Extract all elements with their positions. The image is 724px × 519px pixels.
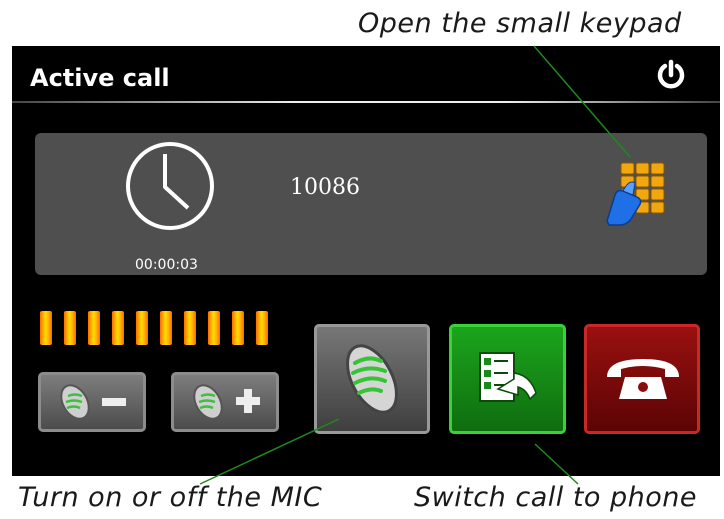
volume-down-button[interactable] xyxy=(38,372,146,432)
volume-bar-segment xyxy=(112,311,124,345)
title-bar: Active call xyxy=(12,46,720,103)
mic-plus-icon xyxy=(193,384,223,420)
microphone-icon xyxy=(346,344,398,414)
volume-bar-segment xyxy=(256,311,268,345)
volume-bar-segment xyxy=(184,311,196,345)
volume-bar-segment xyxy=(208,311,220,345)
volume-bar-segment xyxy=(88,311,100,345)
call-timer: 00:00:03 xyxy=(135,257,198,273)
annotation-keypad: Open the small keypad xyxy=(358,8,682,39)
minus-icon xyxy=(102,398,126,406)
power-icon[interactable] xyxy=(654,58,688,92)
page-title: Active call xyxy=(30,64,170,92)
keypad-icon[interactable] xyxy=(603,161,667,227)
mic-toggle-button[interactable] xyxy=(314,324,430,434)
switch-to-phone-button[interactable] xyxy=(449,324,566,434)
volume-bar-segment xyxy=(232,311,244,345)
volume-bar-segment xyxy=(64,311,76,345)
phone-screen: Active call 00:00:03 10086 xyxy=(12,46,720,476)
switch-to-phone-icon xyxy=(479,352,537,402)
annotation-phone: Switch call to phone xyxy=(414,482,698,513)
volume-bar-segment xyxy=(160,311,172,345)
clock-icon xyxy=(126,142,214,230)
mic-minus-icon xyxy=(60,384,90,420)
title-divider xyxy=(12,101,720,103)
call-info-panel: 00:00:03 10086 xyxy=(35,133,707,275)
hang-up-button[interactable] xyxy=(584,324,700,434)
call-number: 10086 xyxy=(290,175,360,200)
plus-icon xyxy=(236,389,260,413)
volume-bar-segment xyxy=(136,311,148,345)
volume-up-button[interactable] xyxy=(171,372,279,432)
volume-bar-segment xyxy=(40,311,52,345)
hang-up-icon xyxy=(607,359,679,399)
volume-level-bar xyxy=(40,311,280,346)
annotation-mic: Turn on or off the MIC xyxy=(18,482,323,513)
